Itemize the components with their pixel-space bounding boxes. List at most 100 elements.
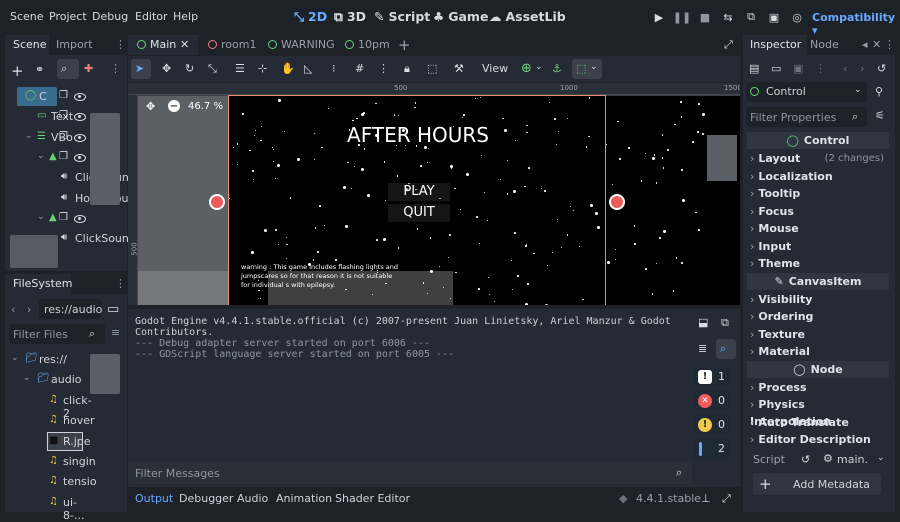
pin-icon[interactable]: ⊥ — [701, 492, 711, 505]
more-icon[interactable]: ⋮ — [110, 62, 121, 75]
property-auto-translate[interactable]: › Auto Translate — [750, 414, 888, 431]
workspace-3d[interactable]: ⧉ 3D — [334, 9, 366, 25]
anchor-icon[interactable]: ⚓︎ — [552, 62, 562, 75]
resource-menu-icon[interactable]: ⋮ — [815, 62, 826, 75]
sort-icon[interactable]: ≡ — [111, 326, 120, 339]
filter-files-input[interactable]: Filter Files ⌕ — [9, 324, 105, 344]
workspace-game[interactable]: ♣ Game — [433, 9, 488, 24]
tab-filesystem[interactable]: FileSystem — [13, 277, 72, 290]
visibility-icon[interactable] — [74, 214, 86, 223]
canvas-viewport[interactable]: 500 1000 1500 500 ✥ − 46.7 % + AFTER HOU… — [128, 83, 740, 305]
chevron-down-icon[interactable]: ⌄ — [535, 62, 543, 72]
grid-snap-icon[interactable]: # — [355, 62, 364, 75]
property-ordering[interactable]: › Ordering — [750, 308, 888, 325]
script-icon[interactable]: ❐ — [59, 90, 68, 101]
menu-dots-icon[interactable]: ⋮ — [884, 38, 895, 51]
split-mode-icon[interactable]: ▭ — [107, 302, 119, 317]
script-icon[interactable]: ❐ — [59, 212, 68, 223]
pan-tool-icon[interactable]: ✋ — [281, 62, 295, 75]
chevron-down-icon[interactable]: ⌄ — [590, 62, 598, 72]
move-tool-icon[interactable]: ✥ — [162, 62, 171, 75]
menu-dots-icon[interactable]: ⋮ — [115, 277, 126, 290]
tab-10pm[interactable]: 10pm — [358, 38, 390, 51]
bone-icon[interactable]: ⚒ — [454, 62, 464, 75]
add-metadata-button[interactable]: + Add Metadata — [753, 473, 881, 495]
property-input[interactable]: › Input — [750, 238, 888, 255]
history-back-icon[interactable]: ‹ — [843, 62, 847, 75]
property-editor-description[interactable]: › Editor Description — [750, 431, 888, 448]
chevron-down-icon[interactable]: ⌄ — [37, 212, 45, 222]
file-item[interactable]: ♫ ui-8-... — [5, 493, 90, 522]
tab-scene[interactable]: Scene — [13, 38, 47, 51]
anchor-handle-left[interactable] — [209, 194, 225, 210]
script-icon[interactable]: ❐ — [59, 110, 68, 121]
zoom-level[interactable]: 46.7 % — [188, 101, 223, 112]
property-theme[interactable]: › Theme — [750, 255, 888, 272]
reset-icon[interactable]: ↺ — [801, 453, 810, 466]
tab-output[interactable]: Output — [135, 492, 173, 505]
play-custom-scene-icon[interactable]: ▣ — [766, 9, 782, 25]
script-value[interactable]: ⚙ main. ⌄ — [821, 451, 887, 469]
file-item[interactable]: 📁︎ ⌄ res:// — [5, 350, 90, 370]
tab-animation[interactable]: Animation — [276, 492, 332, 505]
workspace-assetlib[interactable]: ☁ AssetLib — [489, 9, 566, 24]
quit-button[interactable]: QUIT — [388, 204, 450, 222]
scale-tool-icon[interactable]: ⤡ — [208, 62, 217, 76]
view-menu[interactable]: View — [482, 62, 508, 75]
history-icon[interactable]: ↺ — [877, 62, 886, 75]
node-type-selector[interactable]: Control ⌄ — [746, 82, 867, 102]
tab-room1[interactable]: room1 — [221, 38, 256, 51]
tab-node[interactable]: Node — [810, 38, 839, 51]
script-icon[interactable]: ❐ — [59, 131, 68, 142]
pivot-tool-icon[interactable]: ⊹ — [258, 62, 267, 75]
pan-icon[interactable]: ✥ — [146, 100, 155, 113]
menu-help[interactable]: Help — [173, 10, 198, 23]
workspace-2d[interactable]: ⤡ 2D — [294, 9, 327, 25]
scrollbar[interactable] — [90, 113, 120, 205]
back-icon[interactable]: ‹ — [11, 303, 15, 316]
scene-tree-node[interactable]: ◯ C ❐ — [5, 87, 127, 107]
property-localization[interactable]: › Localization — [750, 168, 888, 185]
anchor-handle-right[interactable] — [609, 194, 625, 210]
message-count[interactable]: ! 1 — [694, 367, 730, 387]
snap-options-icon[interactable]: ⋮ — [378, 62, 389, 75]
script-filter-icon[interactable]: ✚ — [84, 62, 93, 75]
chevron-down-icon[interactable]: ⌄ — [23, 373, 31, 383]
property-layout[interactable]: › Layout (2 changes) — [750, 150, 888, 167]
filter-options-icon[interactable]: ⚟ — [875, 109, 885, 122]
workspace-script[interactable]: ✎ Script — [374, 9, 430, 24]
section-node[interactable]: ◯ Node — [747, 360, 889, 378]
property-tooltip[interactable]: › Tooltip — [750, 185, 888, 202]
list-select-icon[interactable]: ☰ — [235, 62, 245, 75]
chevron-down-icon[interactable]: ⌄ — [25, 131, 33, 141]
visibility-icon[interactable] — [74, 133, 86, 142]
chevron-down-icon[interactable]: ⌄ — [11, 353, 19, 363]
clear-log-icon[interactable]: ⬓ — [698, 316, 708, 329]
filter-messages-input[interactable]: Filter Messages ⌕ — [128, 462, 692, 484]
tab-main[interactable]: Main — [150, 38, 176, 51]
visibility-icon[interactable] — [74, 113, 86, 122]
forward-icon[interactable]: › — [27, 303, 31, 316]
close-icon[interactable]: ✕ — [180, 38, 189, 51]
add-node-icon[interactable]: + — [11, 62, 24, 80]
history-forward-icon[interactable]: › — [860, 62, 864, 75]
file-item[interactable]: ♫ tensio — [5, 472, 97, 492]
property-physics-interpolation[interactable]: › Physics Interpolation — [750, 396, 888, 428]
close-icon[interactable]: ✕ — [872, 38, 881, 51]
scene-tree-node[interactable]: ⌄ ▲ ❐ — [5, 209, 127, 229]
play-button[interactable]: PLAY — [388, 183, 450, 201]
save-icon[interactable]: ▣ — [793, 62, 803, 75]
file-item[interactable]: 📁︎ ⌄ audio — [5, 370, 90, 390]
tab-warning[interactable]: WARNING — [281, 38, 335, 51]
collapse-icon[interactable]: ≣ — [698, 342, 707, 355]
add-tab-icon[interactable]: + — [398, 36, 411, 54]
container-sizing-icon[interactable]: ⬚ — [576, 62, 586, 75]
search-icon[interactable]: ⌕ — [61, 62, 67, 76]
script-icon[interactable]: ❐ — [59, 151, 68, 162]
tab-shader-editor[interactable]: Shader Editor — [335, 492, 410, 505]
tab-debugger[interactable]: Debugger — [179, 492, 233, 505]
menu-dots-icon[interactable]: ⋮ — [115, 38, 126, 51]
group-icon[interactable]: ⬚ — [427, 62, 437, 75]
scrollbar[interactable] — [90, 354, 120, 394]
file-item[interactable]: ♫ singin — [5, 452, 96, 472]
